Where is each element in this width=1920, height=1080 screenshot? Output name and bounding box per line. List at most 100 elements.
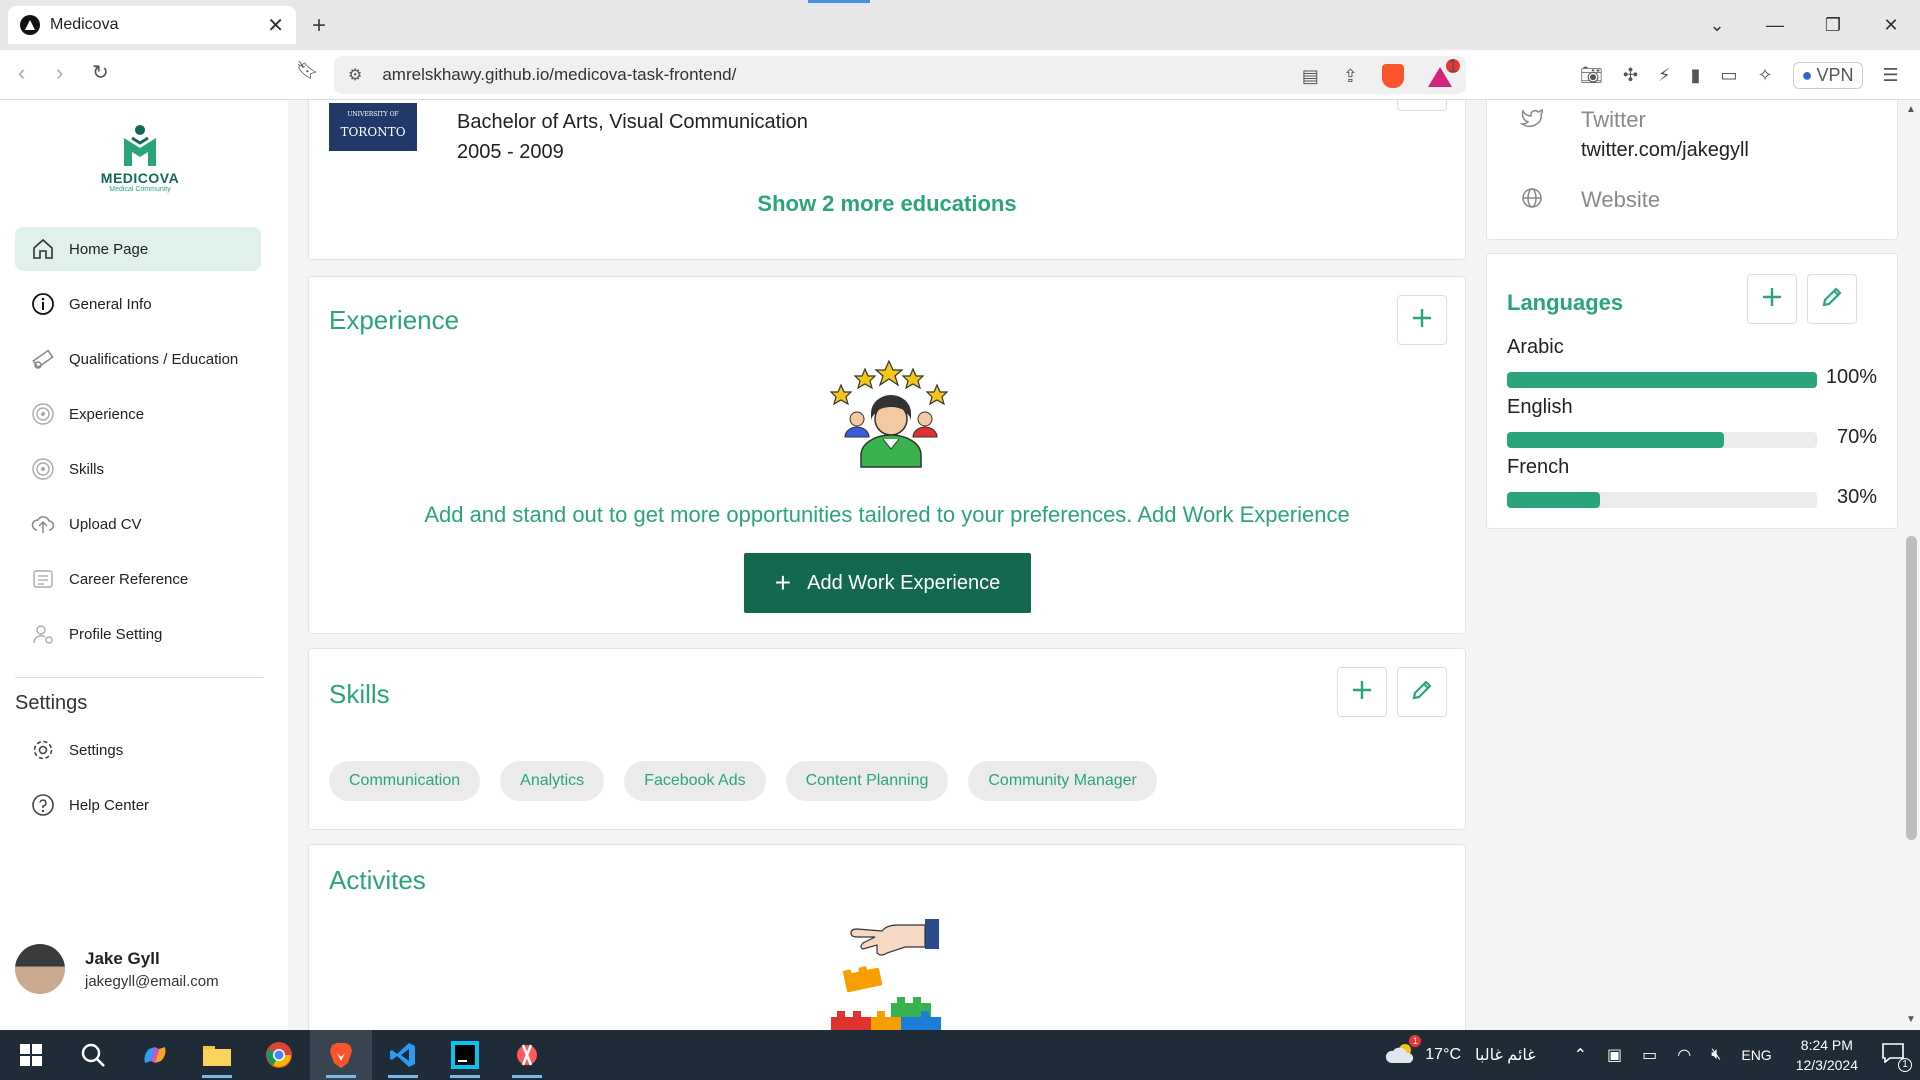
new-tab-icon[interactable]: + <box>312 12 326 40</box>
battery-warning-icon[interactable]: ▭ <box>1642 1045 1657 1065</box>
copilot-icon[interactable] <box>124 1030 186 1080</box>
skills-card: Skills Communication Analytics Facebook … <box>308 648 1466 830</box>
add-work-experience-label: Add Work Experience <box>807 571 1001 594</box>
languages-card: Languages Arabic 100% English 70% French… <box>1486 253 1898 529</box>
pencil-icon <box>1411 679 1433 706</box>
brave-browser-icon[interactable] <box>310 1030 372 1080</box>
restore-icon[interactable]: ❐ <box>1804 0 1862 50</box>
wifi-icon[interactable]: ◠ <box>1677 1045 1691 1065</box>
close-window-icon[interactable]: ✕ <box>1862 0 1920 50</box>
chrome-icon[interactable] <box>248 1030 310 1080</box>
sidebar-item-experience[interactable]: Experience <box>15 392 261 436</box>
website-label: Website <box>1581 187 1661 212</box>
experience-title: Experience <box>329 305 460 335</box>
user-profile[interactable]: Jake Gyll jakegyll@email.com <box>15 944 219 994</box>
minimize-icon[interactable]: — <box>1746 0 1804 50</box>
vpn-button[interactable]: ● VPN <box>1792 62 1863 89</box>
windows-start-icon[interactable] <box>0 1030 62 1080</box>
settings-nav: Settings Help Center <box>15 728 261 838</box>
website-contact[interactable]: Website <box>1517 187 1660 213</box>
speedreader-icon[interactable]: ⚡︎ <box>1658 65 1671 86</box>
extensions-icon[interactable]: ✣ <box>1623 65 1638 86</box>
snipping-tool-icon[interactable] <box>496 1030 558 1080</box>
weather-widget[interactable]: 1 17°C غائم غالبا <box>1385 1034 1553 1070</box>
reload-icon[interactable]: ↻ <box>92 60 109 85</box>
university-logo-small-text: UNIVERSITY OF <box>347 111 399 118</box>
vscode-icon[interactable] <box>372 1030 434 1080</box>
meet-now-icon[interactable]: ▣ <box>1607 1045 1622 1065</box>
scroll-down-icon[interactable]: ▼ <box>1906 1014 1916 1025</box>
rewards-badge: 1 <box>1446 55 1460 76</box>
education-card: UNIVERSITY OF TORONTO Bachelor of Arts, … <box>308 100 1466 260</box>
brave-shields-icon[interactable] <box>1382 64 1404 88</box>
user-name: Jake Gyll <box>85 948 160 968</box>
page-content: MEDICOVA Medical Community Home Page Gen… <box>0 100 1920 1030</box>
add-work-experience-button[interactable]: + Add Work Experience <box>744 553 1031 613</box>
forward-icon[interactable]: › <box>56 60 63 86</box>
sidebar-toggle-icon[interactable]: ▮ <box>1691 65 1701 86</box>
experience-illustration <box>827 357 955 469</box>
user-email: jakegyll@email.com <box>85 972 219 990</box>
notifications-icon[interactable]: 1 <box>1882 1042 1912 1072</box>
sidebar-item-upload-cv[interactable]: Upload CV <box>15 502 261 546</box>
leo-ai-icon[interactable]: ✧ <box>1758 65 1773 86</box>
medicova-logo[interactable]: MEDICOVA Medical Community <box>95 124 185 193</box>
edit-languages-button[interactable] <box>1807 274 1857 324</box>
skill-chip[interactable]: Community Manager <box>968 761 1157 801</box>
back-icon[interactable]: ‹ <box>18 60 25 86</box>
close-tab-icon[interactable]: ✕ <box>267 13 284 38</box>
education-degree: Bachelor of Arts, Visual Communication <box>457 111 808 133</box>
skill-chip[interactable]: Analytics <box>500 761 605 801</box>
language-percent: 30% <box>1836 486 1877 508</box>
skill-chip[interactable]: Communication <box>329 761 481 801</box>
search-icon[interactable] <box>62 1030 124 1080</box>
scroll-thumb[interactable] <box>1906 536 1917 840</box>
page-scrollbar[interactable]: ▲ ▼ <box>1902 100 1920 1030</box>
edit-skills-button[interactable] <box>1397 667 1447 717</box>
cloudy-weather-icon: 1 <box>1385 1034 1422 1070</box>
sidebar-item-skills[interactable]: Skills <box>15 447 261 491</box>
sidebar-item-profile-setting[interactable]: Profile Setting <box>15 612 261 656</box>
menu-icon[interactable]: ☰ <box>1883 65 1899 86</box>
sidebar-item-label: Experience <box>69 405 145 423</box>
reader-mode-icon[interactable]: ▤ <box>1302 66 1319 87</box>
screenshot-icon[interactable]: 📷︎ <box>1580 65 1603 86</box>
weather-badge: 1 <box>1409 1034 1422 1047</box>
wallet-icon[interactable]: ▭ <box>1721 65 1738 86</box>
brave-rewards-icon[interactable]: 1 <box>1428 56 1460 87</box>
show-hidden-icons-chevron-icon[interactable]: ⌃ <box>1574 1045 1587 1065</box>
edit-education-button[interactable] <box>1397 100 1447 111</box>
sidebar-item-career-reference[interactable]: Career Reference <box>15 557 261 601</box>
webstorm-icon[interactable] <box>434 1030 496 1080</box>
skill-chip[interactable]: Content Planning <box>785 761 949 801</box>
clock[interactable]: 8:24 PM 12/3/2024 <box>1796 1035 1858 1075</box>
input-language[interactable]: ENG <box>1741 1047 1771 1063</box>
activities-title: Activites <box>329 865 426 895</box>
browser-tab[interactable]: Medicova ✕ <box>8 6 296 44</box>
add-experience-button[interactable] <box>1397 295 1447 345</box>
bookmark-icon[interactable]: 🔖︎ <box>296 60 319 81</box>
sidebar-item-label: Qualifications / Education <box>69 350 239 368</box>
site-settings-icon[interactable]: ⚙︎ <box>348 65 362 85</box>
volume-muted-icon[interactable]: 🔇︎ <box>1711 1046 1721 1064</box>
tab-list-chevron-icon[interactable]: ⌄ <box>1688 0 1746 50</box>
add-skill-button[interactable] <box>1337 667 1387 717</box>
languages-title: Languages <box>1507 290 1624 315</box>
twitter-contact[interactable]: Twitter twitter.com/jakegyll <box>1517 107 1749 162</box>
show-more-educations-link[interactable]: Show 2 more educations <box>309 191 1465 217</box>
sidebar-item-home[interactable]: Home Page <box>15 227 261 271</box>
sidebar: MEDICOVA Medical Community Home Page Gen… <box>0 100 288 1030</box>
sidebar-item-qualifications[interactable]: Qualifications / Education <box>15 337 261 381</box>
gear-icon <box>31 738 55 762</box>
sidebar-item-general-info[interactable]: General Info <box>15 282 261 326</box>
skill-chip[interactable]: Facebook Ads <box>624 761 766 801</box>
scroll-up-icon[interactable]: ▲ <box>1906 104 1916 115</box>
add-language-button[interactable] <box>1747 274 1797 324</box>
file-explorer-icon[interactable] <box>186 1030 248 1080</box>
sidebar-item-label: Career Reference <box>69 570 189 588</box>
language-bar-track <box>1507 372 1817 388</box>
url-bar[interactable]: ⚙︎ amrelskhawy.github.io/medicova-task-f… <box>334 56 1466 94</box>
sidebar-item-help-center[interactable]: Help Center <box>15 783 261 827</box>
share-icon[interactable]: ⇪ <box>1343 66 1358 87</box>
sidebar-item-settings[interactable]: Settings <box>15 728 261 772</box>
